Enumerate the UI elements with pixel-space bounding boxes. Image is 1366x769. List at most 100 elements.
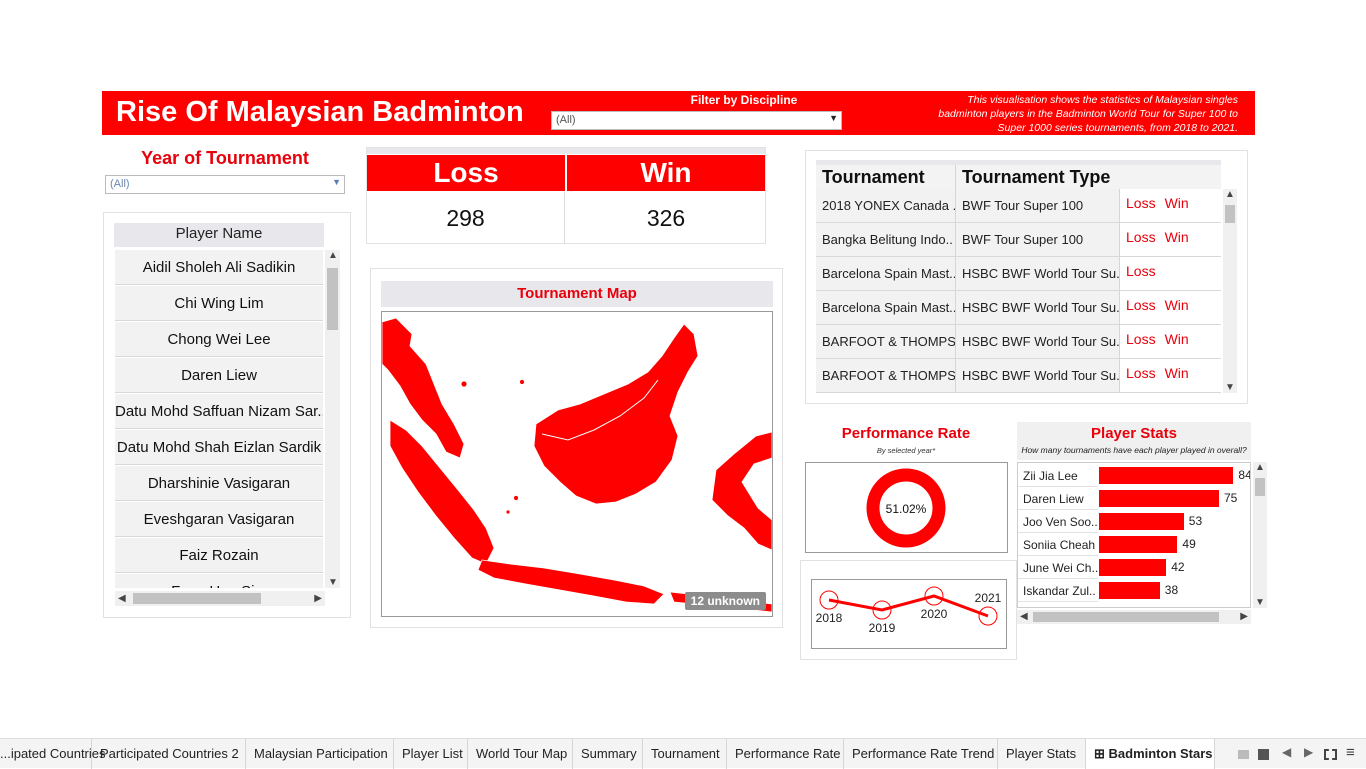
scroll-thumb[interactable] — [327, 268, 338, 330]
player-list-item[interactable]: Chi Wing Lim — [115, 286, 323, 321]
sheet-tab-bar: ...ipated Countries Participated Countrie… — [0, 738, 1366, 769]
player-stats-hscrollbar[interactable]: ◀ ▶ — [1017, 610, 1251, 624]
tournament-type-cell[interactable]: BWF Tour Super 100 — [956, 223, 1120, 257]
player-stats-bar[interactable] — [1099, 467, 1234, 484]
scroll-down-icon[interactable]: ▼ — [1255, 597, 1265, 608]
sheet-tab[interactable]: Player Stats — [998, 739, 1086, 769]
tournament-name-cell[interactable]: 2018 YONEX Canada .. — [816, 189, 956, 223]
performance-donut[interactable]: 51.02% — [806, 463, 1007, 552]
grid-view-icon[interactable] — [1238, 750, 1249, 759]
player-stats-label[interactable]: Iskandar Zul.. — [1018, 580, 1098, 602]
scroll-down-icon[interactable]: ▼ — [1225, 382, 1235, 393]
sheet-tab[interactable]: World Tour Map — [468, 739, 573, 769]
player-list-item[interactable]: Faiz Rozain — [115, 538, 323, 573]
player-list-item[interactable]: Datu Mohd Shah Eizlan Sardik — [115, 430, 323, 465]
scroll-left-icon[interactable]: ◀ — [1020, 611, 1028, 622]
tournament-name-cell[interactable]: BARFOOT & THOMPS.. — [816, 325, 956, 359]
scroll-right-icon[interactable]: ▶ — [1240, 611, 1248, 622]
tournament-name-cell[interactable]: Barcelona Spain Mast.. — [816, 291, 956, 325]
win-label: Win — [1164, 195, 1189, 211]
player-list-item[interactable]: Daren Liew — [115, 358, 323, 393]
player-stats-label[interactable]: Daren Liew — [1018, 488, 1098, 510]
sheet-tab[interactable]: Participated Countries 2 — [92, 739, 246, 769]
player-stats-bar[interactable] — [1099, 490, 1219, 507]
player-list-hscrollbar[interactable]: ◀ ▶ — [115, 591, 325, 606]
result-cell[interactable]: Loss Win — [1120, 189, 1221, 223]
player-stats-bar[interactable] — [1099, 582, 1160, 599]
player-list-item[interactable]: Eveshgaran Vasigaran — [115, 502, 323, 537]
win-header: Win — [567, 155, 765, 191]
scroll-right-icon[interactable]: ▶ — [314, 593, 322, 604]
player-stats-bar[interactable] — [1099, 559, 1167, 576]
player-stats-value: 42 — [1171, 560, 1185, 574]
menu-icon[interactable]: ≡ — [1346, 744, 1355, 761]
scroll-thumb[interactable] — [1033, 612, 1219, 622]
filmstrip-icon[interactable] — [1258, 749, 1269, 760]
player-list-item[interactable]: Aidil Sholeh Ali Sadikin — [115, 250, 323, 285]
scroll-up-icon[interactable]: ▲ — [1255, 462, 1265, 473]
loss-value: 298 — [367, 192, 565, 244]
tournament-name-cell[interactable]: Barcelona Spain Mast.. — [816, 257, 956, 291]
scroll-left-icon[interactable]: ◀ — [118, 593, 126, 604]
sheet-tab[interactable]: Malaysian Participation — [246, 739, 394, 769]
player-list-item[interactable]: Datu Mohd Saffuan Nizam Sar.. — [115, 394, 323, 429]
map-island — [519, 379, 525, 385]
tournament-table-vscrollbar[interactable]: ▲ ▼ — [1223, 189, 1237, 393]
player-list-panel: Player Name Aidil Sholeh Ali Sadikin Chi … — [103, 212, 351, 618]
player-list-item[interactable]: Fong Hau Sim — [115, 574, 323, 588]
discipline-filter-select[interactable]: (All) ▼ — [551, 111, 842, 130]
player-stats-subtitle: How many tournaments have each player pl… — [1021, 445, 1247, 455]
player-stats-label[interactable]: Soniia Cheah — [1018, 534, 1098, 556]
scroll-up-icon[interactable]: ▲ — [328, 250, 338, 261]
year-filter-select[interactable]: (All) ▼ — [105, 175, 345, 194]
tournament-map[interactable]: 12 unknown — [381, 311, 773, 617]
next-sheet-icon[interactable]: ▶ — [1304, 745, 1313, 759]
tournament-type-column-header: Tournament Type — [956, 165, 1221, 190]
trend-line — [828, 594, 989, 618]
sheet-tab[interactable]: Summary — [573, 739, 643, 769]
tournament-type-cell[interactable]: HSBC BWF World Tour Su.. — [956, 257, 1120, 291]
tournament-table-body[interactable]: 2018 YONEX Canada .. BWF Tour Super 100 Lo… — [816, 189, 1221, 393]
tournament-name-cell[interactable]: Bangka Belitung Indo.. — [816, 223, 956, 257]
tournament-type-cell[interactable]: HSBC BWF World Tour Su.. — [956, 359, 1120, 393]
unknown-locations-badge[interactable]: 12 unknown — [684, 592, 766, 610]
player-list-item[interactable]: Dharshinie Vasigaran — [115, 466, 323, 501]
tournament-type-cell[interactable]: HSBC BWF World Tour Su.. — [956, 291, 1120, 325]
scroll-thumb[interactable] — [1225, 205, 1235, 223]
player-stats-bar[interactable] — [1099, 536, 1178, 553]
player-stats-vscrollbar[interactable]: ▲ ▼ — [1253, 462, 1267, 608]
scroll-up-icon[interactable]: ▲ — [1225, 189, 1235, 200]
scroll-thumb[interactable] — [133, 593, 261, 604]
sheet-tab[interactable]: Performance Rate Trend — [844, 739, 998, 769]
dashboard-icon: ⊞ — [1094, 746, 1109, 761]
player-list-vscrollbar[interactable]: ▲ ▼ — [325, 250, 340, 588]
fit-screen-icon[interactable] — [1324, 749, 1337, 760]
tournament-type-cell[interactable]: HSBC BWF World Tour Su.. — [956, 325, 1120, 359]
sheet-tab[interactable]: Performance Rate — [727, 739, 844, 769]
performance-trend-chart[interactable]: 2018 2019 2020 2021 — [812, 580, 1006, 648]
sheet-tab[interactable]: Player List — [394, 739, 468, 769]
player-stats-label[interactable]: Joo Ven Soo.. — [1018, 511, 1098, 533]
result-cell[interactable]: Loss Win — [1120, 359, 1221, 393]
player-stats-bar[interactable] — [1099, 513, 1184, 530]
result-cell[interactable]: Loss Win — [1120, 325, 1221, 359]
result-cell[interactable]: Loss Win — [1120, 291, 1221, 325]
sheet-tab[interactable]: ⊞ Badminton Stars — [1086, 739, 1215, 769]
player-list-item[interactable]: Chong Wei Lee — [115, 322, 323, 357]
scroll-thumb[interactable] — [1255, 478, 1265, 496]
result-cell[interactable]: Loss Win — [1120, 223, 1221, 257]
scroll-down-icon[interactable]: ▼ — [328, 577, 338, 588]
tournament-column-header: Tournament — [816, 165, 956, 190]
player-list[interactable]: Aidil Sholeh Ali Sadikin Chi Wing Lim Chon… — [115, 250, 323, 588]
result-cell[interactable]: Loss — [1120, 257, 1221, 291]
previous-sheet-icon[interactable]: ◀ — [1282, 745, 1291, 759]
player-stats-label[interactable]: June Wei Ch.. — [1018, 557, 1098, 579]
map-svg[interactable] — [382, 312, 772, 616]
chevron-down-icon: ▼ — [332, 177, 341, 187]
sheet-tab[interactable]: Tournament — [643, 739, 727, 769]
sheet-tab[interactable]: ...ipated Countries — [0, 739, 106, 769]
player-stats-label[interactable]: Zii Jia Lee — [1018, 465, 1098, 487]
tournament-type-cell[interactable]: BWF Tour Super 100 — [956, 189, 1120, 223]
tournament-name-cell[interactable]: BARFOOT & THOMPS.. — [816, 359, 956, 393]
player-stats-chart[interactable]: Zii Jia Lee 84 Daren Liew 75 Joo Ven Soo.. 53… — [1017, 462, 1251, 608]
